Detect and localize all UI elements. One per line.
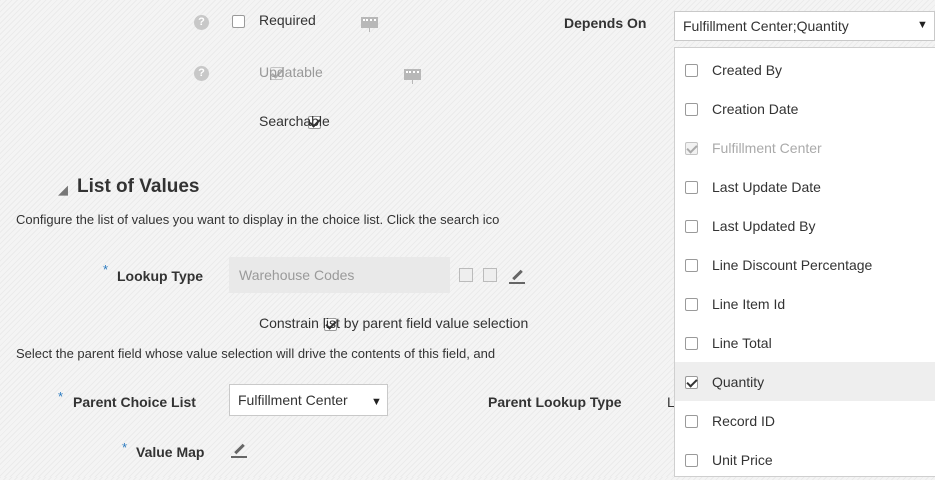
lookup-type-value: Warehouse Codes [239, 267, 355, 283]
option-created-by[interactable]: Created By [675, 50, 935, 89]
required-marker: * [103, 262, 109, 277]
parent-choice-list-value: Fulfillment Center [238, 392, 348, 408]
option-label: Line Discount Percentage [712, 256, 873, 273]
section-title: List of Values [77, 176, 200, 197]
parent-lookup-type-label: Parent Lookup Type [488, 394, 622, 410]
option-label: Last Updated By [712, 217, 816, 234]
lookup-type-input[interactable]: Warehouse Codes [229, 257, 450, 293]
option-line-item-id[interactable]: Line Item Id [675, 284, 935, 323]
option-checkbox[interactable] [685, 297, 698, 311]
option-checkbox[interactable] [685, 63, 698, 77]
dropdown-caret-icon[interactable]: ▼ [917, 19, 928, 31]
option-label: Line Total [712, 334, 772, 351]
searchable-label: Searchable [259, 113, 330, 129]
option-checkbox[interactable] [685, 258, 698, 272]
add-lookup-icon[interactable] [483, 268, 497, 282]
option-label: Creation Date [712, 100, 799, 117]
option-checkbox[interactable] [685, 219, 698, 233]
section-description: Configure the list of values you want to… [16, 212, 500, 227]
option-checkbox[interactable] [685, 414, 698, 428]
updatable-help-icon[interactable]: ? [194, 66, 209, 81]
required-checkbox[interactable] [232, 15, 245, 28]
option-last-update-date[interactable]: Last Update Date [675, 167, 935, 206]
collapse-icon[interactable]: ◢ [58, 182, 68, 198]
option-last-updated-by[interactable]: Last Updated By [675, 206, 935, 245]
option-unit-price[interactable]: Unit Price [675, 440, 935, 479]
translate-icon [360, 17, 378, 32]
option-label: Line Item Id [712, 295, 786, 312]
updatable-label: Updatable [259, 64, 323, 80]
option-label: Unit Price [712, 451, 773, 468]
value-map-label: Value Map [136, 444, 205, 460]
option-label: Record ID [712, 412, 776, 429]
option-quantity[interactable]: Quantity [675, 362, 935, 401]
option-checkbox[interactable] [685, 453, 698, 467]
option-label: Fulfillment Center [712, 139, 822, 156]
option-label: Last Update Date [712, 178, 821, 195]
option-checkbox [685, 141, 698, 155]
option-creation-date[interactable]: Creation Date [675, 89, 935, 128]
depends-on-label: Depends On [564, 15, 647, 31]
option-record-id[interactable]: Record ID [675, 401, 935, 440]
required-marker: * [58, 389, 64, 404]
edit-icon[interactable] [509, 268, 525, 284]
search-lookup-icon[interactable] [459, 268, 473, 282]
depends-on-value: Fulfillment Center;Quantity [683, 18, 849, 34]
parent-choice-list-select[interactable]: Fulfillment Center [229, 384, 388, 416]
option-checkbox[interactable] [685, 375, 698, 389]
translate-icon [403, 69, 421, 84]
lookup-type-label: Lookup Type [117, 268, 204, 284]
required-marker: * [122, 440, 128, 455]
depends-on-select[interactable]: Fulfillment Center;Quantity [674, 11, 935, 41]
parent-choice-list-label: Parent Choice List [73, 394, 196, 410]
depends-on-dropdown: Created By Creation Date Fulfillment Cen… [674, 47, 935, 477]
option-label: Created By [712, 61, 783, 78]
value-map-edit-icon[interactable] [231, 442, 247, 458]
option-checkbox[interactable] [685, 180, 698, 194]
required-label: Required [259, 12, 316, 28]
constrain-label: Constrain list by parent field value sel… [259, 315, 529, 331]
option-checkbox[interactable] [685, 336, 698, 350]
option-line-total[interactable]: Line Total [675, 323, 935, 362]
option-fulfillment-center: Fulfillment Center [675, 128, 935, 167]
option-label: Quantity [712, 373, 765, 390]
option-checkbox[interactable] [685, 102, 698, 116]
parent-description: Select the parent field whose value sele… [16, 346, 496, 361]
chevron-down-icon[interactable]: ▼ [371, 396, 382, 408]
required-help-icon[interactable]: ? [194, 15, 209, 30]
option-line-discount-percentage[interactable]: Line Discount Percentage [675, 245, 935, 284]
